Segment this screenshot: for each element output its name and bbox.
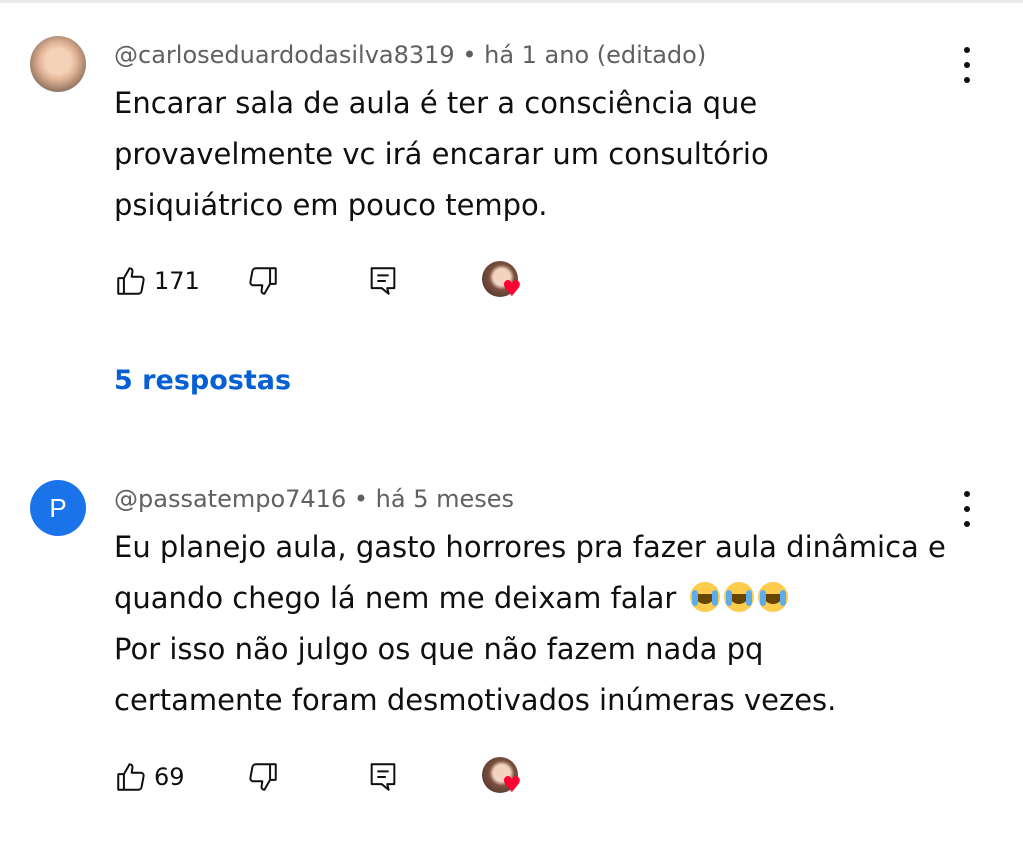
comment-text: Eu planejo aula, gasto horrores pra faze… [114, 522, 994, 726]
dislike-button[interactable] [246, 757, 280, 797]
thumb-up-icon [114, 264, 148, 298]
view-replies-button[interactable]: 5 respostas [114, 365, 291, 396]
thumb-up-icon [114, 760, 148, 794]
heart-icon: ♥ [502, 773, 522, 798]
reply-button[interactable] [366, 261, 400, 301]
comment-meta: @carloseduardodasilva8319 • há 1 ano (ed… [114, 41, 706, 69]
comment-line: Eu planejo aula, gasto horrores pra faze… [114, 530, 946, 564]
creator-heart-icon: ♥ [482, 757, 528, 801]
comment-line-with-emoji: quando chego lá nem me deixam falar [114, 573, 994, 624]
comment-meta: @passatempo7416 • há 5 meses [114, 485, 514, 513]
comment-line: psiquiátrico em pouco tempo. [114, 188, 548, 222]
like-count: 171 [154, 267, 200, 295]
thumb-down-icon [246, 760, 280, 794]
comment-actions: 69 ♥ [114, 757, 534, 797]
loudly-crying-face-icon [689, 582, 720, 612]
dislike-button[interactable] [246, 261, 280, 301]
author-handle[interactable]: @carloseduardodasilva8319 [114, 41, 455, 69]
like-button[interactable]: 171 [114, 261, 200, 301]
comment-line: Por isso não julgo os que não fazem nada… [114, 632, 764, 666]
comment-line: certamente foram desmotivados inúmeras v… [114, 683, 837, 717]
reply-comment-icon [366, 264, 400, 298]
comment-line: provavelmente vc irá encarar um consultó… [114, 137, 769, 171]
like-count: 69 [154, 763, 185, 791]
meta-separator: • [454, 41, 485, 69]
author-avatar[interactable] [30, 36, 86, 92]
loudly-crying-face-icon [723, 582, 754, 612]
author-avatar[interactable]: P [30, 480, 86, 536]
comment-time: há 1 ano (editado) [484, 41, 707, 69]
loudly-crying-face-icon [757, 582, 788, 612]
thumb-down-icon [246, 264, 280, 298]
reply-comment-icon [366, 760, 400, 794]
creator-heart-icon: ♥ [482, 261, 528, 305]
comment-line: Encarar sala de aula é ter a consciência… [114, 86, 758, 120]
author-handle[interactable]: @passatempo7416 [114, 485, 346, 513]
comment-text: Encarar sala de aula é ter a consciência… [114, 78, 994, 231]
comment-line: quando chego lá nem me deixam falar [114, 581, 677, 615]
comment-actions: 171 ♥ [114, 261, 534, 301]
meta-separator: • [346, 485, 376, 513]
reply-button[interactable] [366, 757, 400, 797]
top-divider [0, 0, 1023, 3]
comment-time: há 5 meses [375, 485, 515, 513]
like-button[interactable]: 69 [114, 757, 185, 797]
heart-icon: ♥ [502, 277, 522, 302]
